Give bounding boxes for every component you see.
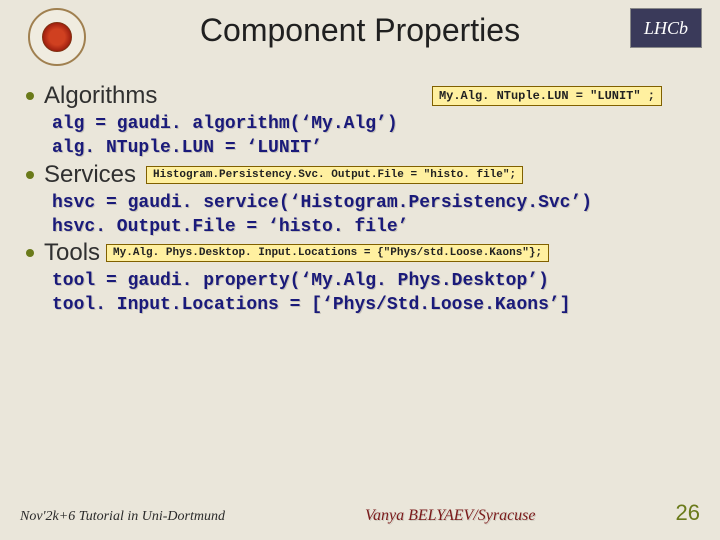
header: Component Properties LHCb bbox=[18, 8, 702, 68]
section-tools: Tools My.Alg. Phys.Desktop. Input.Locati… bbox=[26, 239, 702, 267]
slide-title: Component Properties bbox=[200, 12, 520, 49]
content: Algorithms My.Alg. NTuple.LUN = "LUNIT" … bbox=[18, 82, 702, 318]
heading-services: Services bbox=[44, 161, 136, 189]
footer-left: Nov'2k+6 Tutorial in Uni-Dortmund bbox=[20, 509, 225, 525]
code-line: hsvc = gaudi. service(‘Histogram.Persist… bbox=[52, 191, 702, 215]
code-line: alg. NTuple.LUN = ‘LUNIT’ bbox=[52, 136, 702, 160]
bullet-icon bbox=[26, 92, 34, 100]
code-line: alg = gaudi. algorithm(‘My.Alg’) bbox=[52, 112, 702, 136]
callout-tools: My.Alg. Phys.Desktop. Input.Locations = … bbox=[106, 244, 549, 262]
lhcb-logo-icon: LHCb bbox=[630, 8, 702, 48]
heading-tools: Tools bbox=[44, 239, 100, 267]
syracuse-seal-icon bbox=[28, 8, 88, 68]
callout-services: Histogram.Persistency.Svc. Output.File =… bbox=[146, 166, 523, 184]
code-line: tool = gaudi. property(‘My.Alg. Phys.Des… bbox=[52, 269, 702, 293]
slide: Component Properties LHCb Algorithms My.… bbox=[0, 0, 720, 540]
section-algorithms: Algorithms My.Alg. NTuple.LUN = "LUNIT" … bbox=[26, 82, 702, 110]
heading-algorithms: Algorithms bbox=[44, 82, 157, 110]
page-number: 26 bbox=[676, 500, 700, 526]
section-services: Services Histogram.Persistency.Svc. Outp… bbox=[26, 161, 702, 189]
callout-algorithms: My.Alg. NTuple.LUN = "LUNIT" ; bbox=[432, 86, 662, 106]
bullet-icon bbox=[26, 171, 34, 179]
bullet-icon bbox=[26, 249, 34, 257]
lhcb-logo-text: LHCb bbox=[644, 18, 688, 39]
code-line: hsvc. Output.File = ‘histo. file’ bbox=[52, 215, 702, 239]
footer: Nov'2k+6 Tutorial in Uni-Dortmund Vanya … bbox=[20, 500, 700, 526]
footer-author: Vanya BELYAEV/Syracuse bbox=[365, 507, 536, 525]
code-line: tool. Input.Locations = [‘Phys/Std.Loose… bbox=[52, 293, 702, 317]
